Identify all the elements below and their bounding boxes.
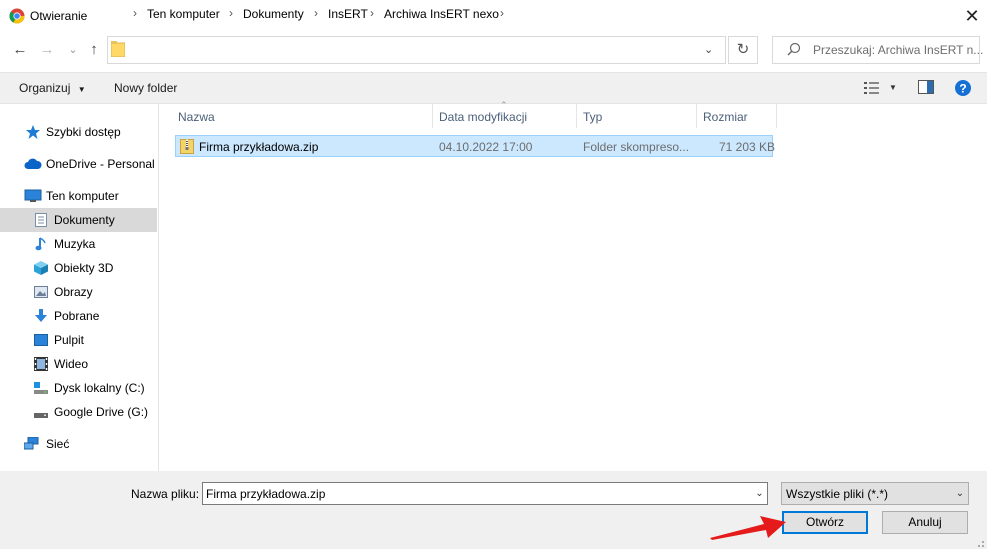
sidebar-item-label: Muzyka	[54, 237, 96, 251]
download-icon	[34, 309, 48, 323]
sidebar-item-szybki-dostep[interactable]: Szybki dostęp	[0, 120, 157, 144]
breadcrumb-item-insert[interactable]: InsERT	[328, 7, 368, 21]
organize-label: Organizuj	[19, 81, 71, 95]
file-size: 71 203 KB	[719, 140, 776, 154]
column-header-name[interactable]: Nazwa	[178, 110, 215, 124]
view-options-icon[interactable]	[864, 81, 880, 95]
file-date: 04.10.2022 17:00	[439, 140, 533, 154]
address-bar[interactable]	[107, 36, 726, 64]
column-header-size[interactable]: Rozmiar	[703, 110, 748, 124]
sidebar-item-muzyka[interactable]: Muzyka	[0, 232, 157, 256]
filename-dropdown-icon[interactable]: ⌄	[752, 483, 767, 504]
breadcrumb-item-dokumenty[interactable]: Dokumenty	[243, 7, 304, 21]
sidebar-item-obrazy[interactable]: Obrazy	[0, 280, 157, 304]
chrome-icon	[9, 8, 25, 24]
refresh-button[interactable]: ↻	[728, 36, 758, 64]
sidebar-item-dokumenty[interactable]: Dokumenty	[0, 208, 157, 232]
view-caret-down-icon[interactable]: ▼	[889, 83, 897, 92]
preview-pane-icon[interactable]	[918, 80, 934, 94]
file-type: Folder skompreso...	[583, 140, 690, 154]
sidebar-item-pobrane[interactable]: Pobrane	[0, 304, 157, 328]
column-divider[interactable]	[776, 104, 777, 128]
recent-locations-button[interactable]: ⌄	[63, 40, 83, 60]
column-header-date[interactable]: Data modyfikacji	[439, 110, 527, 124]
annotation-arrow-icon	[708, 512, 788, 540]
breadcrumb-item-archiwa[interactable]: Archiwa InsERT nexo	[384, 7, 499, 21]
sidebar-item-label: OneDrive - Personal	[46, 157, 155, 171]
music-icon	[34, 237, 48, 251]
search-icon	[787, 42, 801, 56]
sidebar-item-dysk-lokalny[interactable]: Dysk lokalny (C:)	[0, 376, 157, 400]
sidebar-item-ten-komputer[interactable]: Ten komputer	[0, 184, 157, 208]
breadcrumb-item-ten-komputer[interactable]: Ten komputer	[147, 7, 220, 21]
sidebar-item-label: Ten komputer	[46, 189, 119, 203]
picture-icon	[34, 285, 48, 299]
organize-button[interactable]: Organizuj ▼	[19, 81, 86, 95]
cloud-icon	[24, 157, 42, 171]
filetype-dropdown-icon[interactable]: ⌄	[953, 483, 967, 504]
sidebar-item-obiekty-3d[interactable]: Obiekty 3D	[0, 256, 157, 280]
desktop-icon	[34, 333, 48, 347]
video-icon	[34, 357, 48, 371]
column-divider[interactable]	[696, 104, 697, 128]
pane-divider[interactable]	[158, 104, 159, 471]
up-button[interactable]: ↑	[84, 40, 104, 60]
filename-value[interactable]: Firma przykładowa.zip	[206, 487, 325, 501]
sidebar-item-google-drive[interactable]: Google Drive (G:)	[0, 400, 157, 424]
sidebar-item-onedrive[interactable]: OneDrive - Personal	[0, 152, 157, 176]
sidebar-item-label: Obrazy	[54, 285, 93, 299]
caret-down-icon: ▼	[77, 85, 86, 94]
sidebar-item-label: Dokumenty	[54, 213, 115, 227]
computer-icon	[24, 189, 42, 203]
network-icon	[23, 436, 40, 451]
drive-icon	[34, 381, 48, 395]
sidebar-item-pulpit[interactable]: Pulpit	[0, 328, 157, 352]
column-divider[interactable]	[576, 104, 577, 128]
cube-icon	[34, 261, 48, 275]
sidebar-item-label: Dysk lokalny (C:)	[54, 381, 145, 395]
open-button[interactable]: Otwórz	[782, 511, 868, 534]
back-button[interactable]: ←	[10, 40, 30, 60]
sidebar-item-label: Sieć	[46, 437, 70, 451]
column-header-type[interactable]: Typ	[583, 110, 602, 124]
sidebar-item-label: Pobrane	[54, 309, 100, 323]
filename-label: Nazwa pliku:	[131, 487, 200, 501]
document-icon	[34, 213, 48, 227]
help-icon[interactable]: ?	[955, 80, 971, 96]
folder-icon	[110, 41, 126, 58]
breadcrumb-separator: ›	[229, 6, 233, 20]
address-dropdown-icon[interactable]: ⌄	[704, 43, 713, 56]
close-icon[interactable]: ✕	[958, 2, 986, 30]
window-title: Otwieranie	[30, 9, 88, 23]
svg-text:?: ?	[959, 82, 966, 96]
breadcrumb-separator: ›	[133, 6, 137, 20]
zip-folder-icon	[180, 138, 194, 154]
new-folder-button[interactable]: Nowy folder	[114, 81, 177, 95]
sidebar-item-label: Pulpit	[54, 333, 85, 347]
filetype-value[interactable]: Wszystkie pliki (*.*)	[786, 487, 888, 501]
sidebar-item-label: Google Drive (G:)	[54, 405, 149, 419]
star-icon	[26, 125, 40, 139]
search-placeholder: Przeszukaj: Archiwa InsERT n...	[813, 43, 984, 57]
sidebar-item-siec[interactable]: Sieć	[0, 432, 157, 456]
breadcrumb-separator: ›	[314, 6, 318, 20]
breadcrumb-separator: ›	[500, 6, 504, 20]
resize-grip-icon[interactable]	[973, 536, 985, 548]
sidebar-item-label: Szybki dostęp	[46, 125, 121, 139]
column-divider[interactable]	[432, 104, 433, 128]
breadcrumb-separator: ›	[370, 6, 374, 20]
cancel-button[interactable]: Anuluj	[882, 511, 968, 534]
drive-icon	[34, 405, 48, 419]
sidebar-item-label: Wideo	[54, 357, 89, 371]
sidebar-item-label: Obiekty 3D	[54, 261, 114, 275]
sidebar-item-wideo[interactable]: Wideo	[0, 352, 157, 376]
file-name: Firma przykładowa.zip	[199, 140, 319, 154]
forward-button[interactable]: →	[37, 40, 57, 60]
